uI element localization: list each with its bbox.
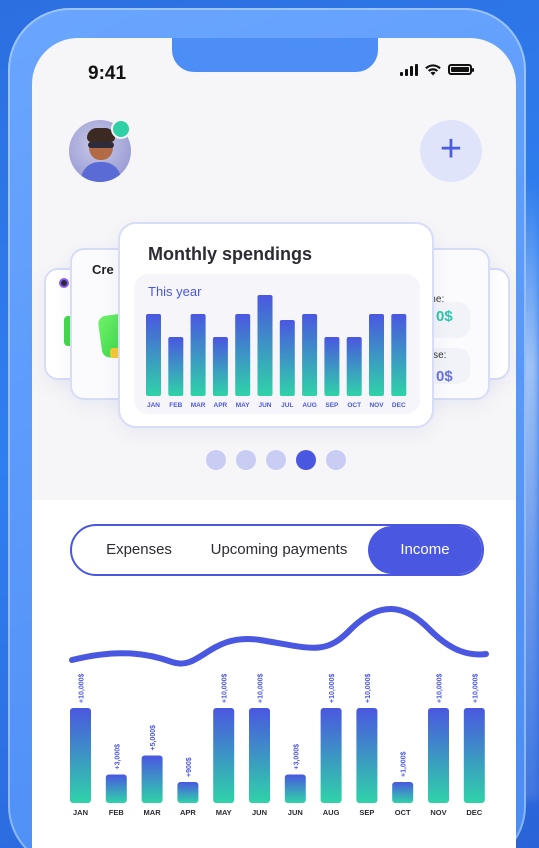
bar-value-label: +1,000$ [401,751,408,777]
income-bar [320,708,342,803]
carousel-dot[interactable] [236,450,256,470]
chart-tick-label: APR [180,808,196,817]
chart-bar [235,314,251,396]
carousel-dot[interactable] [326,450,346,470]
income-bar [177,782,199,803]
chart-tick-label: JUN [252,808,267,817]
bar-value-label: +10,000$ [258,674,265,703]
cellular-signal-icon [400,63,418,76]
chart-bar [168,337,184,396]
chart-tick-label: MAR [144,808,162,817]
chart-tick-label: AUG [302,402,316,409]
chart-tick-label: SEP [359,808,374,817]
chart-tick-label: FEB [169,402,182,409]
chart-tick-label: MAY [236,402,251,409]
tab-income[interactable]: Income [368,526,482,574]
chart-panel: JAN FEB MAR APR MAY JUN JUL AUG SEP OCT NOV DEC Thi… [134,274,420,414]
chart-tick-label: DEC [466,808,482,817]
trend-line [69,606,489,667]
chart-bar [302,314,318,396]
bar-value-label: +10,000$ [79,674,86,703]
chart-tick-label: JAN [73,808,88,817]
chart-tick-label: MAY [216,808,232,817]
bar-value-label: +10,000$ [222,674,229,703]
income-bar [463,708,485,803]
chart-tick-label: MAR [191,402,206,409]
income-bar [392,782,414,803]
online-status-badge [111,119,131,139]
income-bar [356,708,378,803]
tab-expenses[interactable]: Expenses [80,526,198,574]
bar-value-label: +3,000$ [293,744,300,770]
chart-tick-label: SEP [325,402,339,409]
bar-value-label: +10,000$ [329,674,336,703]
status-time: 9:41 [88,63,127,84]
chart-tick-label: NOV [430,808,446,817]
bar-value-label: +3,000$ [114,744,121,770]
chart-tick-label: OCT [395,808,411,817]
income-bar [284,774,306,803]
income-bar [428,708,449,803]
income-bar [105,774,127,803]
chart-tick-label: DEC [392,402,406,409]
tab-upcoming-payments[interactable]: Upcoming payments [198,526,360,574]
bar-value-label: +10,000$ [472,674,479,703]
phone-notch [172,38,378,72]
chart-bar [346,337,362,396]
carousel-dot[interactable] [206,450,226,470]
battery-icon [448,64,474,75]
status-icons [400,63,474,76]
carousel-pagination [206,450,346,470]
chart-tick-label: JUN [258,402,271,409]
bar-value-label: +900$ [186,757,193,777]
income-bar [249,708,270,803]
expense-value: 0$ [436,368,453,385]
chart-bar [212,337,228,396]
chart-tick-label: JUL [281,402,293,409]
chart-tick-label: AUG [323,808,340,817]
segmented-tabs: Expenses Upcoming payments Income [70,524,484,576]
income-bar [213,708,235,803]
chart-bar [146,314,161,396]
card-credit-title: Cre [92,262,114,277]
income-chart: +10,000$ JAN +3,000$ FEB +5,000$ MAR +900$ APR +… [69,606,489,817]
income-bar [141,755,163,803]
card-monthly-spendings[interactable]: Monthly spendings JAN FEB MAR APR MAY JUN JUL A… [118,222,434,428]
chart-bar [279,320,295,396]
carousel-dot[interactable] [296,450,316,470]
income-bar [70,708,91,803]
chart-subtitle: This year [148,284,202,299]
chart-bar [369,314,384,396]
card-brand-icon [59,278,69,288]
bar-value-label: +5,000$ [150,725,157,751]
chart-tick-label: APR [214,402,228,409]
add-button[interactable]: + [420,120,482,182]
income-value: 0$ [436,308,453,325]
chart-tick-label: NOV [369,402,384,409]
chart-tick-label: JUN [288,808,303,817]
carousel-dot[interactable] [266,450,286,470]
chart-bar [257,295,273,396]
chart-tick-label: OCT [347,402,361,409]
bar-value-label: +10,000$ [365,674,372,703]
bar-value-label: +10,000$ [437,674,444,703]
wifi-icon [425,64,441,76]
chart-tick-label: JAN [147,402,160,409]
chart-bar [391,314,407,396]
chart-bar [324,337,340,396]
chart-tick-label: FEB [109,808,125,817]
chart-bar [190,314,206,396]
card-title: Monthly spendings [148,244,312,264]
